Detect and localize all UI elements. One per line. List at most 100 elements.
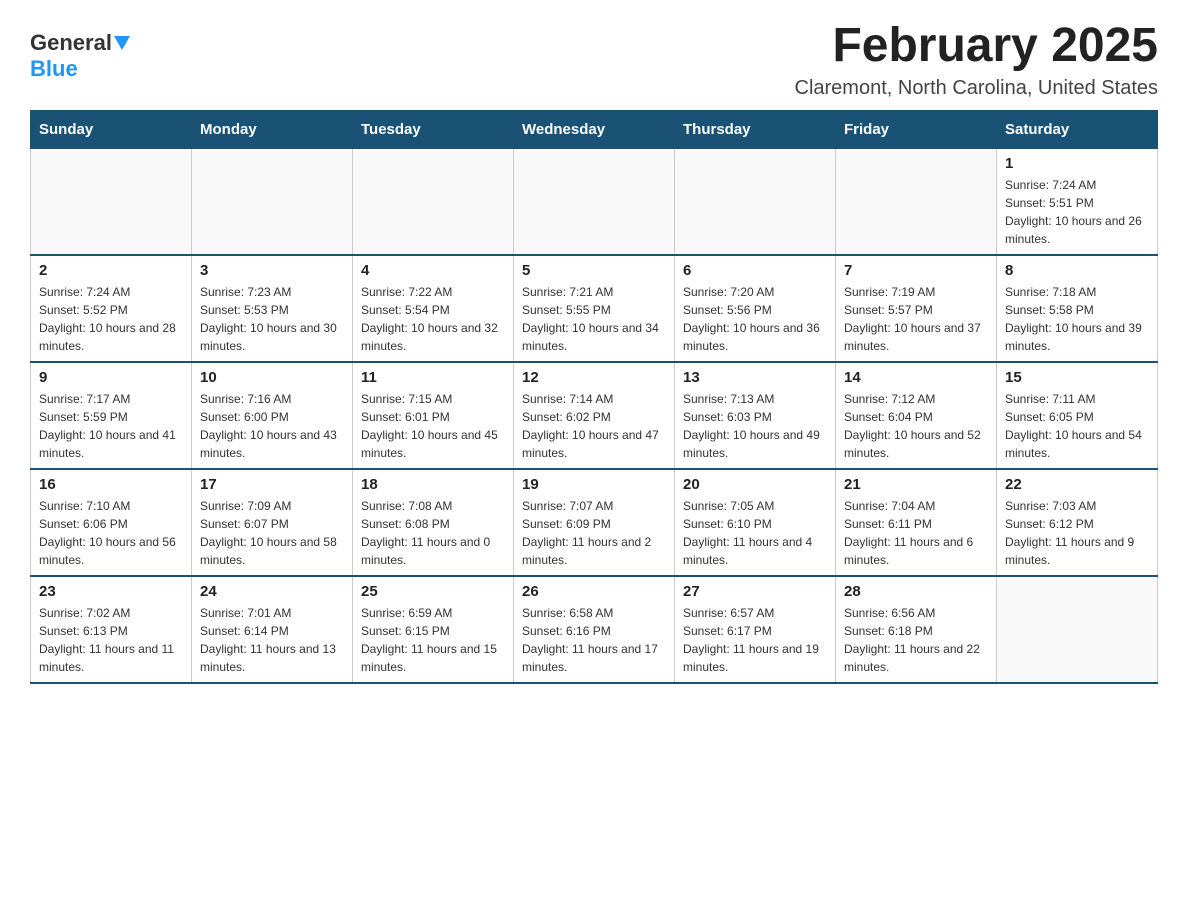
calendar-cell: 17 Sunrise: 7:09 AM Sunset: 6:07 PM Dayli… xyxy=(192,469,353,576)
calendar-cell: 14 Sunrise: 7:12 AM Sunset: 6:04 PM Dayli… xyxy=(836,362,997,469)
calendar-cell: 27Sunrise: 6:57 AM Sunset: 6:17 PM Dayli… xyxy=(675,576,836,683)
calendar-week-row: 1 Sunrise: 7:24 AM Sunset: 5:51 PM Daylig… xyxy=(31,148,1158,255)
location-label: Claremont, North Carolina, United States xyxy=(795,77,1159,100)
calendar-cell: 16 Sunrise: 7:10 AM Sunset: 6:06 PM Dayli… xyxy=(31,469,192,576)
day-number: 10 xyxy=(200,369,344,386)
calendar-cell: 19 Sunrise: 7:07 AM Sunset: 6:09 PM Dayli… xyxy=(514,469,675,576)
day-info: Sunrise: 7:01 AM Sunset: 6:14 PM Dayligh… xyxy=(200,604,344,676)
day-number: 14 xyxy=(844,369,988,386)
calendar-cell: 20 Sunrise: 7:05 AM Sunset: 6:10 PM Dayli… xyxy=(675,469,836,576)
day-number: 16 xyxy=(39,476,183,493)
day-info: Sunrise: 7:16 AM Sunset: 6:00 PM Dayligh… xyxy=(200,390,344,462)
calendar-header-sunday: Sunday xyxy=(31,110,192,148)
day-number: 19 xyxy=(522,476,666,493)
day-number: 6 xyxy=(683,262,827,279)
day-number: 28 xyxy=(844,583,988,600)
calendar-cell: 25 Sunrise: 6:59 AM Sunset: 6:15 PM Dayli… xyxy=(353,576,514,683)
calendar-cell xyxy=(192,148,353,255)
calendar-cell: 4 Sunrise: 7:22 AM Sunset: 5:54 PM Daylig… xyxy=(353,255,514,362)
calendar-cell: 23 Sunrise: 7:02 AM Sunset: 6:13 PM Dayli… xyxy=(31,576,192,683)
calendar-header-row: SundayMondayTuesdayWednesdayThursdayFrid… xyxy=(31,110,1158,148)
day-number: 2 xyxy=(39,262,183,279)
calendar-cell xyxy=(353,148,514,255)
calendar-cell: 11 Sunrise: 7:15 AM Sunset: 6:01 PM Dayli… xyxy=(353,362,514,469)
calendar-header-wednesday: Wednesday xyxy=(514,110,675,148)
day-number: 8 xyxy=(1005,262,1149,279)
calendar-cell: 13Sunrise: 7:13 AM Sunset: 6:03 PM Dayli… xyxy=(675,362,836,469)
calendar-week-row: 9Sunrise: 7:17 AM Sunset: 5:59 PM Daylig… xyxy=(31,362,1158,469)
day-info: Sunrise: 6:59 AM Sunset: 6:15 PM Dayligh… xyxy=(361,604,505,676)
calendar-table: SundayMondayTuesdayWednesdayThursdayFrid… xyxy=(30,110,1158,684)
month-title: February 2025 xyxy=(795,20,1159,73)
calendar-week-row: 2 Sunrise: 7:24 AM Sunset: 5:52 PM Daylig… xyxy=(31,255,1158,362)
calendar-cell: 21Sunrise: 7:04 AM Sunset: 6:11 PM Dayli… xyxy=(836,469,997,576)
calendar-cell: 15Sunrise: 7:11 AM Sunset: 6:05 PM Dayli… xyxy=(997,362,1158,469)
day-number: 20 xyxy=(683,476,827,493)
day-info: Sunrise: 7:10 AM Sunset: 6:06 PM Dayligh… xyxy=(39,497,183,569)
calendar-cell: 24 Sunrise: 7:01 AM Sunset: 6:14 PM Dayli… xyxy=(192,576,353,683)
day-info: Sunrise: 7:02 AM Sunset: 6:13 PM Dayligh… xyxy=(39,604,183,676)
day-info: Sunrise: 7:20 AM Sunset: 5:56 PM Dayligh… xyxy=(683,283,827,355)
day-info: Sunrise: 7:24 AM Sunset: 5:52 PM Dayligh… xyxy=(39,283,183,355)
day-number: 22 xyxy=(1005,476,1149,493)
calendar-cell: 9Sunrise: 7:17 AM Sunset: 5:59 PM Daylig… xyxy=(31,362,192,469)
day-info: Sunrise: 7:05 AM Sunset: 6:10 PM Dayligh… xyxy=(683,497,827,569)
day-info: Sunrise: 7:24 AM Sunset: 5:51 PM Dayligh… xyxy=(1005,176,1149,248)
day-number: 18 xyxy=(361,476,505,493)
day-info: Sunrise: 7:15 AM Sunset: 6:01 PM Dayligh… xyxy=(361,390,505,462)
logo: General Blue xyxy=(30,20,130,82)
day-info: Sunrise: 7:17 AM Sunset: 5:59 PM Dayligh… xyxy=(39,390,183,462)
logo-text-blue: Blue xyxy=(30,56,78,81)
day-info: Sunrise: 7:22 AM Sunset: 5:54 PM Dayligh… xyxy=(361,283,505,355)
day-info: Sunrise: 7:14 AM Sunset: 6:02 PM Dayligh… xyxy=(522,390,666,462)
calendar-cell: 8 Sunrise: 7:18 AM Sunset: 5:58 PM Daylig… xyxy=(997,255,1158,362)
calendar-body: 1 Sunrise: 7:24 AM Sunset: 5:51 PM Daylig… xyxy=(31,148,1158,683)
calendar-cell xyxy=(31,148,192,255)
calendar-cell xyxy=(836,148,997,255)
calendar-cell: 22 Sunrise: 7:03 AM Sunset: 6:12 PM Dayli… xyxy=(997,469,1158,576)
calendar-cell: 18 Sunrise: 7:08 AM Sunset: 6:08 PM Dayli… xyxy=(353,469,514,576)
day-number: 12 xyxy=(522,369,666,386)
calendar-cell xyxy=(997,576,1158,683)
calendar-week-row: 16 Sunrise: 7:10 AM Sunset: 6:06 PM Dayli… xyxy=(31,469,1158,576)
day-number: 11 xyxy=(361,369,505,386)
calendar-cell xyxy=(514,148,675,255)
calendar-cell: 2 Sunrise: 7:24 AM Sunset: 5:52 PM Daylig… xyxy=(31,255,192,362)
day-info: Sunrise: 7:18 AM Sunset: 5:58 PM Dayligh… xyxy=(1005,283,1149,355)
day-info: Sunrise: 6:56 AM Sunset: 6:18 PM Dayligh… xyxy=(844,604,988,676)
page-header: General Blue February 2025 Claremont, No… xyxy=(30,20,1158,100)
day-number: 1 xyxy=(1005,155,1149,172)
day-number: 24 xyxy=(200,583,344,600)
calendar-cell xyxy=(675,148,836,255)
day-number: 13 xyxy=(683,369,827,386)
day-number: 4 xyxy=(361,262,505,279)
day-info: Sunrise: 6:58 AM Sunset: 6:16 PM Dayligh… xyxy=(522,604,666,676)
day-number: 3 xyxy=(200,262,344,279)
calendar-cell: 1 Sunrise: 7:24 AM Sunset: 5:51 PM Daylig… xyxy=(997,148,1158,255)
day-info: Sunrise: 7:11 AM Sunset: 6:05 PM Dayligh… xyxy=(1005,390,1149,462)
day-info: Sunrise: 7:03 AM Sunset: 6:12 PM Dayligh… xyxy=(1005,497,1149,569)
day-number: 17 xyxy=(200,476,344,493)
calendar-cell: 7Sunrise: 7:19 AM Sunset: 5:57 PM Daylig… xyxy=(836,255,997,362)
day-number: 7 xyxy=(844,262,988,279)
day-number: 25 xyxy=(361,583,505,600)
day-info: Sunrise: 7:09 AM Sunset: 6:07 PM Dayligh… xyxy=(200,497,344,569)
calendar-header-thursday: Thursday xyxy=(675,110,836,148)
day-number: 23 xyxy=(39,583,183,600)
day-info: Sunrise: 7:12 AM Sunset: 6:04 PM Dayligh… xyxy=(844,390,988,462)
logo-text-general: General xyxy=(30,30,112,56)
day-info: Sunrise: 7:21 AM Sunset: 5:55 PM Dayligh… xyxy=(522,283,666,355)
day-number: 5 xyxy=(522,262,666,279)
calendar-cell: 6 Sunrise: 7:20 AM Sunset: 5:56 PM Daylig… xyxy=(675,255,836,362)
calendar-header-friday: Friday xyxy=(836,110,997,148)
day-info: Sunrise: 7:07 AM Sunset: 6:09 PM Dayligh… xyxy=(522,497,666,569)
calendar-header-tuesday: Tuesday xyxy=(353,110,514,148)
logo-triangle-icon xyxy=(114,36,130,50)
calendar-week-row: 23 Sunrise: 7:02 AM Sunset: 6:13 PM Dayli… xyxy=(31,576,1158,683)
title-section: February 2025 Claremont, North Carolina,… xyxy=(795,20,1159,100)
day-info: Sunrise: 7:04 AM Sunset: 6:11 PM Dayligh… xyxy=(844,497,988,569)
day-info: Sunrise: 7:08 AM Sunset: 6:08 PM Dayligh… xyxy=(361,497,505,569)
day-info: Sunrise: 7:23 AM Sunset: 5:53 PM Dayligh… xyxy=(200,283,344,355)
day-number: 27 xyxy=(683,583,827,600)
calendar-cell: 3 Sunrise: 7:23 AM Sunset: 5:53 PM Daylig… xyxy=(192,255,353,362)
